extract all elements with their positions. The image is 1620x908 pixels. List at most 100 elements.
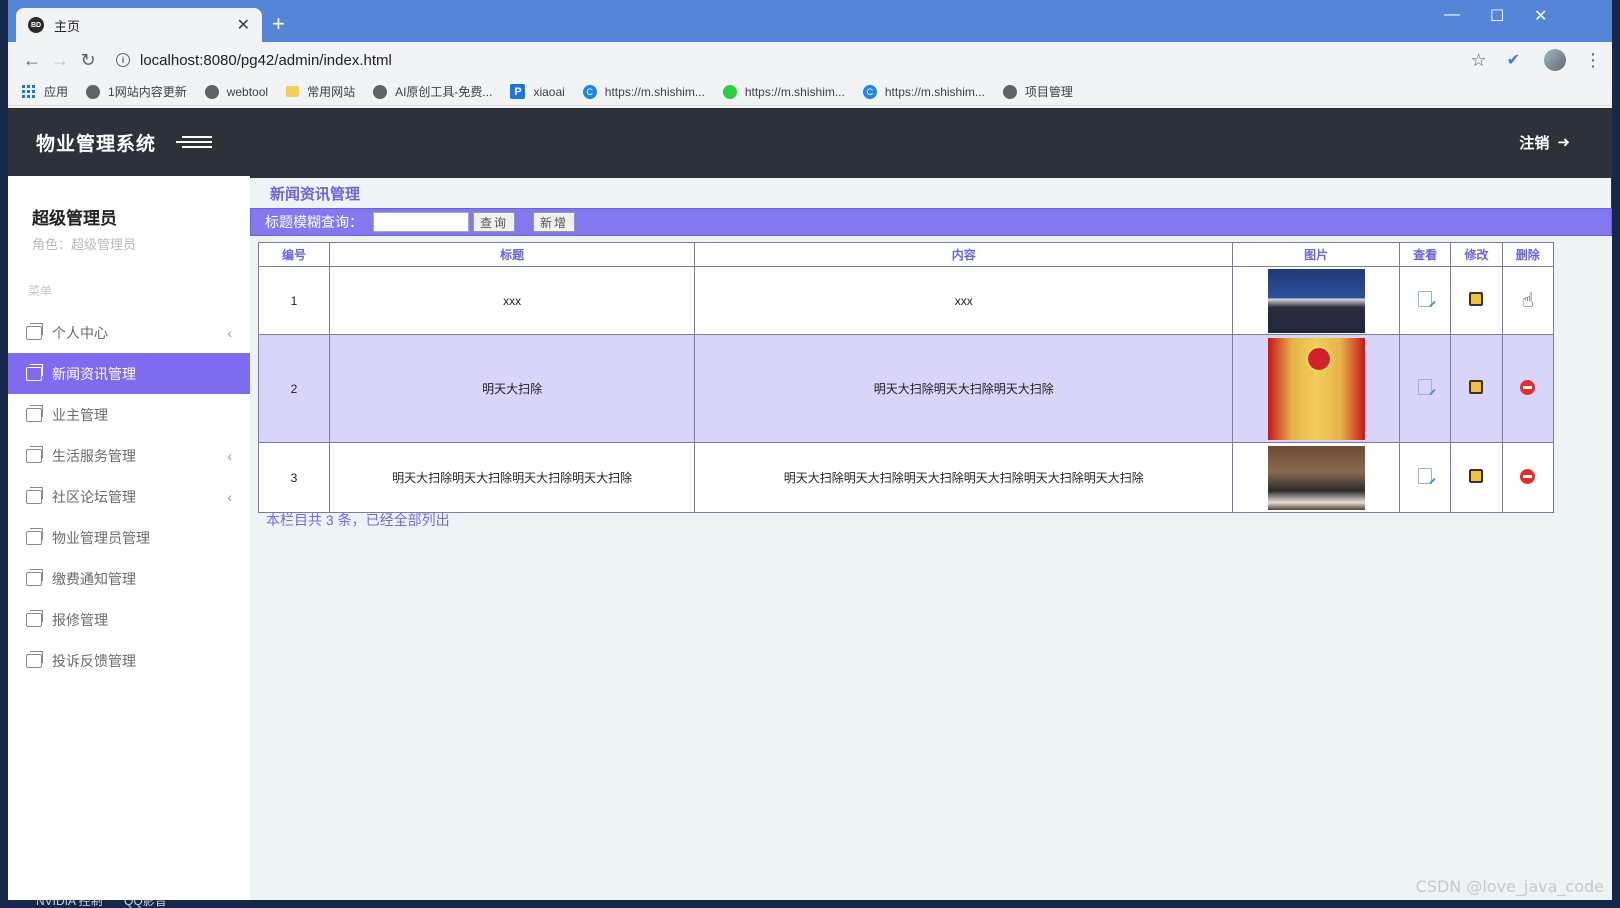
news-table: 编号 标题 内容 图片 查看 修改 删除 1 xxx xxx ☝ 2 明天大扫除… bbox=[258, 242, 1555, 513]
close-tab-icon[interactable]: ✕ bbox=[237, 15, 250, 35]
sidebar-item-owners[interactable]: 业主管理 bbox=[8, 394, 250, 435]
profile-avatar[interactable] bbox=[1544, 49, 1566, 71]
news-image[interactable] bbox=[1267, 337, 1365, 440]
browser-toolbar: ← → ↻ i localhost:8080/pg42/admin/index.… bbox=[8, 42, 1612, 78]
cell-id: 3 bbox=[258, 442, 330, 513]
sidebar-item-complaints[interactable]: 投诉反馈管理 bbox=[8, 640, 250, 681]
sidebar-item-label: 业主管理 bbox=[52, 406, 108, 423]
cell-content: 明天大扫除明天大扫除明天大扫除 bbox=[694, 334, 1234, 443]
sidebar: 超级管理员 角色：超级管理员 菜单 个人中心 ‹ 新闻资讯管理 业主管理 生活服… bbox=[8, 176, 250, 900]
cell-delete bbox=[1501, 334, 1555, 443]
view-icon[interactable] bbox=[1418, 291, 1433, 307]
window-close-icon[interactable]: ✕ bbox=[1534, 6, 1547, 26]
address-bar[interactable]: i localhost:8080/pg42/admin/index.html bbox=[116, 46, 1470, 74]
logout-button[interactable]: 注销 ➜ bbox=[1519, 132, 1570, 153]
bookmark-folder[interactable]: 常用网站 bbox=[286, 83, 355, 100]
bookmark-item[interactable]: 1网站内容更新 bbox=[86, 83, 187, 100]
edit-icon[interactable] bbox=[1469, 292, 1484, 306]
sidebar-item-repairs[interactable]: 报修管理 bbox=[8, 599, 250, 640]
bookmark-label: 常用网站 bbox=[307, 85, 356, 99]
extension-icon[interactable]: ✔ bbox=[1507, 50, 1520, 70]
menu-kebab-icon[interactable]: ⋮ bbox=[1584, 50, 1602, 71]
globe-icon bbox=[204, 84, 219, 99]
sidebar-item-forum[interactable]: 社区论坛管理 ‹ bbox=[8, 476, 250, 517]
cell-content: xxx bbox=[694, 266, 1234, 335]
back-icon[interactable]: ← bbox=[18, 50, 46, 71]
tab-strip: BD 主页 ✕ + — ☐ ✕ bbox=[8, 0, 1612, 42]
news-image[interactable] bbox=[1267, 268, 1365, 333]
cell-id: 2 bbox=[258, 334, 330, 443]
sidebar-item-property-admins[interactable]: 物业管理员管理 bbox=[8, 517, 250, 558]
bookmark-item[interactable]: C https://m.shishim... bbox=[862, 84, 985, 99]
tab-title: 主页 bbox=[54, 18, 81, 34]
bookmark-item[interactable]: 项目管理 bbox=[1002, 83, 1073, 100]
forward-icon[interactable]: → bbox=[46, 50, 74, 71]
user-name: 超级管理员 bbox=[32, 209, 117, 228]
column-header: 内容 bbox=[694, 242, 1234, 267]
window-icon bbox=[26, 527, 43, 545]
globe-icon bbox=[1002, 84, 1017, 99]
bookmark-item[interactable]: webtool bbox=[204, 84, 268, 99]
bookmark-item[interactable]: https://m.shishim... bbox=[722, 84, 845, 99]
watermark: CSDN @love_java_code bbox=[1415, 877, 1604, 896]
window-icon bbox=[26, 650, 43, 668]
cell-view bbox=[1399, 334, 1452, 443]
maximize-icon[interactable]: ☐ bbox=[1490, 6, 1504, 26]
query-button[interactable]: 查询 bbox=[473, 212, 516, 232]
add-button[interactable]: 新增 bbox=[533, 212, 576, 232]
cell-edit bbox=[1450, 334, 1503, 443]
sidebar-item-label: 个人中心 bbox=[52, 324, 108, 341]
delete-icon[interactable] bbox=[1520, 468, 1536, 484]
window-icon bbox=[26, 363, 43, 381]
sidebar-item-news[interactable]: 新闻资讯管理 bbox=[8, 353, 250, 394]
window-icon bbox=[26, 609, 43, 627]
window-icon bbox=[26, 445, 43, 463]
edit-icon[interactable] bbox=[1469, 469, 1484, 483]
folder-icon bbox=[286, 86, 300, 97]
hand-cursor-icon[interactable]: ☝ bbox=[1522, 288, 1534, 313]
search-input[interactable] bbox=[373, 212, 469, 232]
bookmark-item[interactable]: AI原创工具-免费... bbox=[373, 83, 492, 100]
column-header: 图片 bbox=[1232, 242, 1401, 267]
c-icon: C bbox=[862, 84, 877, 99]
cell-image bbox=[1232, 334, 1401, 443]
bookmark-label: https://m.shishim... bbox=[744, 84, 845, 99]
edit-icon[interactable] bbox=[1469, 380, 1484, 394]
window-icon bbox=[26, 486, 43, 504]
sidebar-menu: 个人中心 ‹ 新闻资讯管理 业主管理 生活服务管理 ‹ 社区论坛管理 ‹ 物业管… bbox=[8, 312, 250, 681]
minimize-icon[interactable]: — bbox=[1444, 6, 1460, 24]
table-row: 2 明天大扫除 明天大扫除明天大扫除明天大扫除 bbox=[258, 334, 1555, 443]
bookmark-apps[interactable]: 应用 bbox=[22, 83, 68, 100]
bookmark-item[interactable]: P xiaoai bbox=[510, 84, 565, 99]
column-header: 查看 bbox=[1399, 242, 1452, 267]
info-icon[interactable]: i bbox=[116, 53, 130, 67]
cell-delete bbox=[1501, 442, 1555, 513]
sidebar-item-personal-center[interactable]: 个人中心 ‹ bbox=[8, 312, 250, 353]
bookmark-label: AI原创工具-免费... bbox=[395, 85, 493, 99]
sidebar-item-label: 新闻资讯管理 bbox=[52, 365, 136, 382]
search-bar: 标题模糊查询： 查询 新增 bbox=[250, 208, 1612, 236]
app-header: 物业管理系统 注销 ➜ bbox=[8, 108, 1612, 176]
bookmark-label: xiaoai bbox=[533, 84, 565, 99]
c-icon: C bbox=[582, 84, 597, 99]
bookmark-star-icon[interactable]: ☆ bbox=[1470, 50, 1486, 71]
bookmarks-bar: 应用 1网站内容更新 webtool 常用网站 AI原创工具-免费... P x… bbox=[8, 78, 1612, 106]
chevron-left-icon: ‹ bbox=[227, 324, 232, 341]
view-icon[interactable] bbox=[1418, 468, 1433, 484]
bookmark-label: 项目管理 bbox=[1024, 85, 1073, 99]
cell-edit bbox=[1450, 266, 1503, 335]
menu-toggle-icon[interactable] bbox=[176, 135, 213, 149]
sidebar-item-payment-notices[interactable]: 缴费通知管理 bbox=[8, 558, 250, 599]
reload-icon[interactable]: ↻ bbox=[74, 50, 102, 71]
user-role: 角色：超级管理员 bbox=[32, 237, 137, 252]
cell-title: 明天大扫除明天大扫除明天大扫除明天大扫除 bbox=[328, 442, 696, 513]
bookmark-item[interactable]: C https://m.shishim... bbox=[582, 84, 705, 99]
main-content: 新闻资讯管理 标题模糊查询： 查询 新增 编号 标题 内容 图片 查看 修改 删… bbox=[250, 176, 1612, 900]
new-tab-icon[interactable]: + bbox=[272, 11, 285, 37]
delete-icon[interactable] bbox=[1520, 379, 1536, 395]
sidebar-item-life-services[interactable]: 生活服务管理 ‹ bbox=[8, 435, 250, 476]
browser-tab[interactable]: BD 主页 ✕ bbox=[16, 8, 262, 42]
news-image[interactable] bbox=[1267, 445, 1365, 510]
view-icon[interactable] bbox=[1418, 379, 1433, 395]
cell-view bbox=[1399, 442, 1452, 513]
